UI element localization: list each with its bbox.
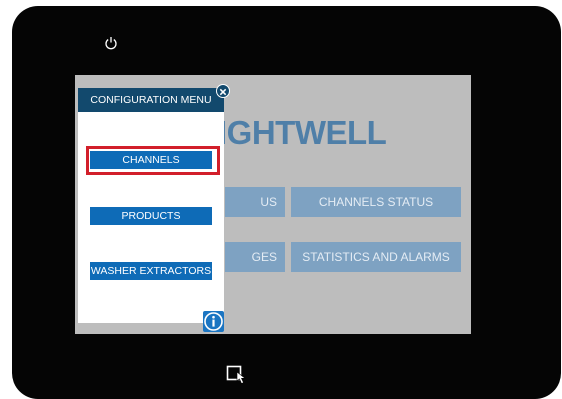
washer-extractors-button[interactable]: WASHER EXTRACTORS (90, 262, 212, 280)
info-icon-glyph (204, 312, 223, 331)
statistics-alarms-tile[interactable]: STATISTICS AND ALARMS (291, 242, 461, 272)
channels-status-tile[interactable]: CHANNELS STATUS (291, 187, 461, 217)
configuration-menu-title: CONFIGURATION MENU (78, 88, 224, 112)
hand-pointer-icon (226, 365, 246, 384)
close-icon[interactable] (216, 84, 230, 98)
configuration-menu-panel: CONFIGURATION MENU CHANNELS PRODUCTS WAS… (78, 88, 224, 332)
touch-screen: IGHTWELL US CHANNELS STATUS GES STATISTI… (75, 75, 471, 334)
power-icon[interactable] (104, 36, 118, 50)
dashboard-tile[interactable]: US (225, 187, 285, 217)
products-button[interactable]: PRODUCTS (90, 207, 212, 225)
selection-highlight (86, 146, 220, 175)
info-icon[interactable] (203, 311, 224, 332)
brand-logo-text: IGHTWELL (218, 114, 387, 151)
close-icon-glyph (219, 88, 227, 96)
dashboard-tile[interactable]: GES (225, 242, 285, 272)
